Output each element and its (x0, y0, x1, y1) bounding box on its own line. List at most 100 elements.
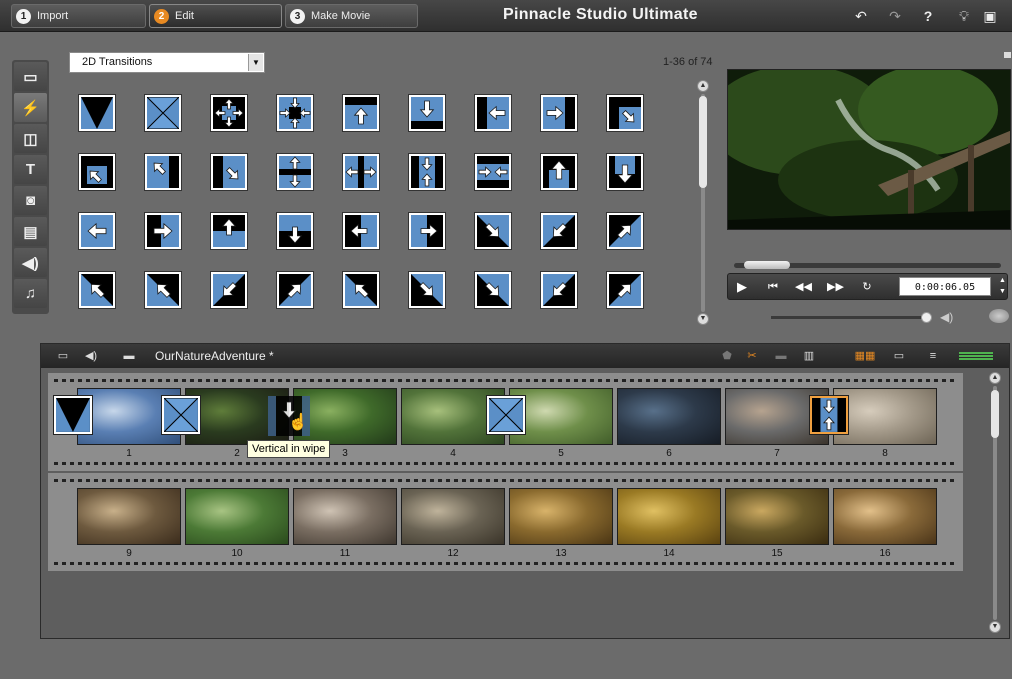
razor-icon[interactable]: ✂ (744, 349, 760, 363)
transition-thumbnail[interactable] (277, 213, 313, 249)
transition-thumbnail[interactable] (475, 154, 511, 190)
transition-thumbnail[interactable] (79, 272, 115, 308)
volume-handle[interactable] (921, 312, 932, 323)
trash-icon[interactable]: ▥ (801, 349, 817, 363)
scrubber-handle[interactable] (744, 261, 790, 269)
shop-icon[interactable]: ▣ (982, 8, 998, 24)
fast-forward-icon[interactable]: ▶▶ (827, 279, 844, 295)
transition-thumbnail[interactable] (541, 154, 577, 190)
photos-icon[interactable]: ◙ (14, 186, 47, 215)
transition-thumbnail[interactable] (541, 213, 577, 249)
titles-icon[interactable]: T (14, 155, 47, 184)
montage-icon[interactable]: ◫ (14, 124, 47, 153)
music-icon[interactable]: ♫ (14, 279, 47, 308)
storyboard-clip[interactable] (401, 488, 505, 545)
storyboard-clip[interactable] (617, 388, 721, 445)
transition-thumbnail[interactable] (79, 154, 115, 190)
timecode-up-icon[interactable]: ▲ (998, 277, 1007, 287)
player-expand-icon[interactable] (1004, 52, 1011, 58)
transition-thumbnail[interactable] (79, 213, 115, 249)
timeline-view-icon[interactable]: ▭ (887, 349, 911, 363)
scroll-up-icon[interactable]: ▲ (697, 80, 709, 92)
loop-icon[interactable]: ↻ (859, 279, 875, 295)
audio-track-icon[interactable]: ◀︎) (83, 349, 99, 363)
sound-effects-icon[interactable]: ◀︎) (14, 248, 47, 277)
storyboard-clip[interactable] (725, 488, 829, 545)
transition-thumbnail[interactable] (343, 154, 379, 190)
storyboard-clip[interactable] (509, 488, 613, 545)
storyboard-clip[interactable] (293, 488, 397, 545)
transition-thumbnail[interactable] (79, 95, 115, 131)
transition-thumbnail[interactable] (475, 213, 511, 249)
disc-icon[interactable] (989, 309, 1009, 323)
transition-thumbnail[interactable] (211, 154, 247, 190)
storyboard-clip[interactable] (833, 488, 937, 545)
storyboard-transition[interactable] (810, 396, 848, 434)
video-track-icon[interactable]: ▭ (55, 349, 71, 363)
transition-thumbnail[interactable] (475, 272, 511, 308)
transition-thumbnail[interactable] (211, 213, 247, 249)
transition-thumbnail[interactable] (409, 95, 445, 131)
transition-thumbnail[interactable] (607, 213, 643, 249)
category-select[interactable]: 2D Transitions ▼ (69, 52, 265, 73)
scroll-down-icon[interactable]: ▼ (697, 313, 709, 325)
disc-menus-icon[interactable]: ▤ (14, 217, 47, 246)
transition-thumbnail[interactable] (277, 154, 313, 190)
transition-thumbnail[interactable] (145, 154, 181, 190)
tips-icon[interactable]: 💡︎ (956, 8, 972, 24)
timecode-down-icon[interactable]: ▼ (998, 288, 1007, 298)
volume-slider[interactable] (771, 312, 932, 323)
storyboard-transition[interactable] (54, 396, 92, 434)
transition-thumbnail[interactable] (211, 272, 247, 308)
go-to-start-icon[interactable]: ⏮︎ (765, 279, 781, 295)
transition-thumbnail[interactable] (541, 272, 577, 308)
redo-icon[interactable]: ↷ (887, 8, 903, 24)
scroll-thumb[interactable] (699, 96, 707, 188)
transition-thumbnail[interactable] (409, 213, 445, 249)
scroll-thumb[interactable] (991, 390, 999, 438)
storyboard-scrollbar[interactable]: ▲ ▼ (989, 372, 1001, 634)
tab-edit[interactable]: 2 Edit (149, 4, 282, 28)
transition-thumbnail[interactable] (343, 95, 379, 131)
tab-make-movie[interactable]: 3 Make Movie (285, 4, 418, 28)
library-scrollbar[interactable]: ▲ ▼ (697, 80, 709, 326)
storyboard-clip[interactable] (617, 488, 721, 545)
transition-thumbnail[interactable] (607, 95, 643, 131)
undo-icon[interactable]: ↶ (853, 8, 869, 24)
timecode-display[interactable]: 0:00:06.05 (899, 277, 991, 296)
scroll-down-icon[interactable]: ▼ (989, 621, 1001, 633)
transition-thumbnail[interactable] (145, 213, 181, 249)
transition-thumbnail[interactable] (607, 154, 643, 190)
transition-thumbnail[interactable] (145, 272, 181, 308)
transition-thumbnail[interactable] (145, 95, 181, 131)
transition-thumbnail[interactable] (277, 272, 313, 308)
transition-thumbnail[interactable] (409, 272, 445, 308)
transition-thumbnail[interactable] (277, 95, 313, 131)
rewind-icon[interactable]: ◀◀ (795, 279, 812, 295)
clip-icon[interactable]: ▬ (773, 349, 789, 363)
speaker-icon[interactable]: ◀︎) (940, 310, 953, 324)
storyboard-clip[interactable] (833, 388, 937, 445)
text-view-icon[interactable]: ≡ (921, 349, 945, 363)
storyboard-view-icon[interactable]: ▦▦ (853, 349, 877, 363)
storyboard-clip[interactable] (77, 488, 181, 545)
transition-thumbnail[interactable] (541, 95, 577, 131)
storyboard-transition[interactable] (162, 396, 200, 434)
help-icon[interactable]: ? (920, 8, 936, 24)
storyboard-clip[interactable] (185, 488, 289, 545)
play-icon[interactable]: ▶ (734, 279, 750, 295)
transition-thumbnail[interactable] (343, 213, 379, 249)
transition-thumbnail[interactable] (343, 272, 379, 308)
storyboard-transition[interactable] (487, 396, 525, 434)
transitions-icon[interactable]: ⚡ (14, 93, 47, 122)
folder-icon[interactable]: ▬ (121, 349, 137, 363)
marker-icon[interactable]: ⬟ (719, 349, 735, 363)
transition-thumbnail[interactable] (211, 95, 247, 131)
transition-thumbnail[interactable] (607, 272, 643, 308)
scroll-up-icon[interactable]: ▲ (989, 372, 1001, 384)
tab-import[interactable]: 1 Import (11, 4, 146, 28)
playback-scrubber[interactable] (734, 261, 1001, 269)
transition-thumbnail[interactable] (475, 95, 511, 131)
videos-icon[interactable]: ▭ (14, 62, 47, 91)
transition-thumbnail[interactable] (409, 154, 445, 190)
